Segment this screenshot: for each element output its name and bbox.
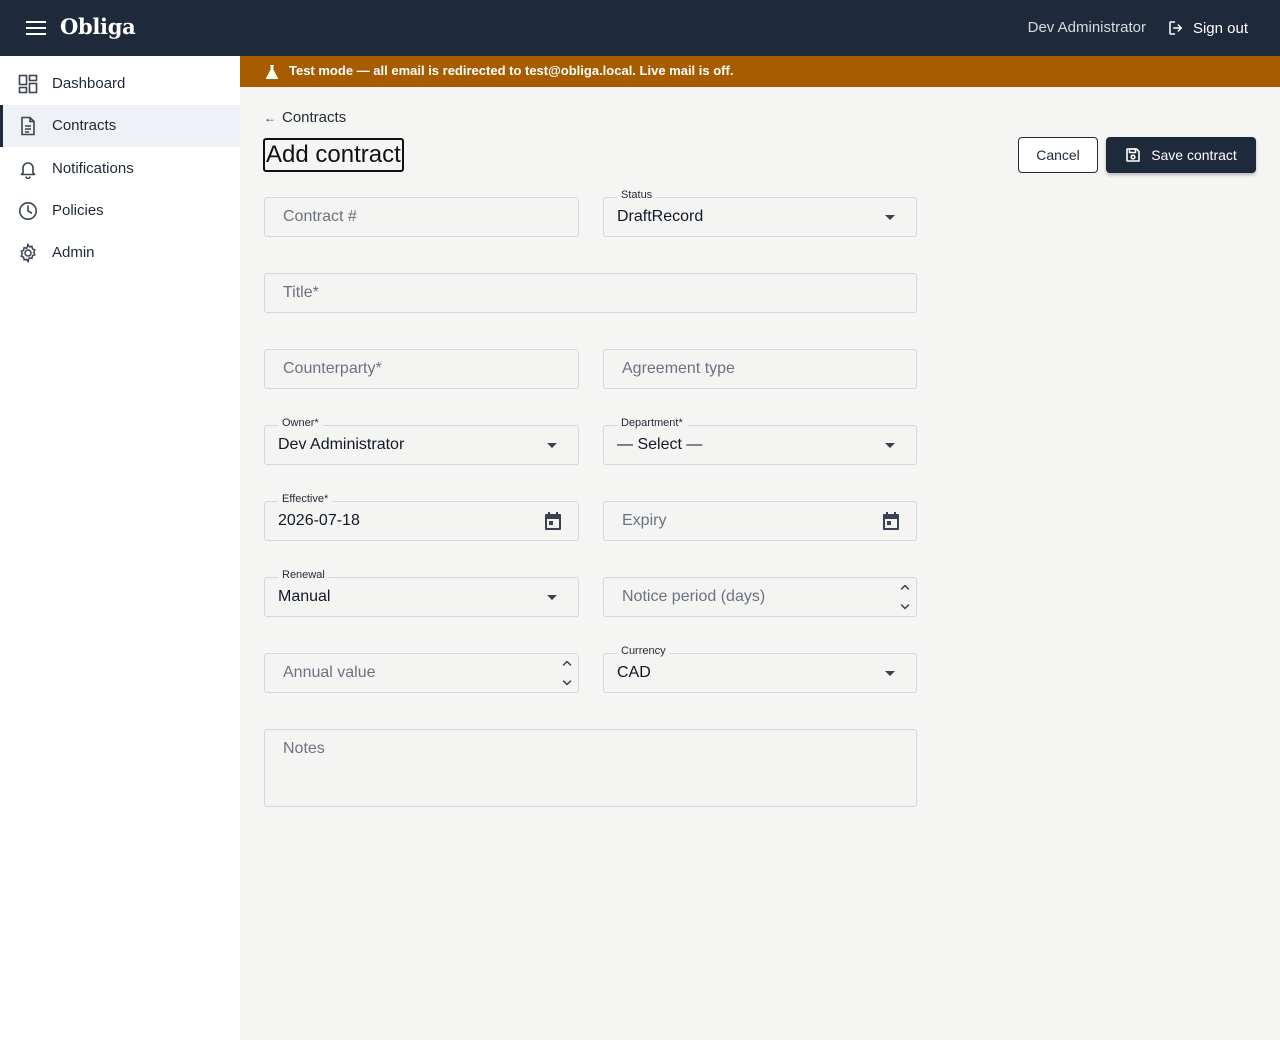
department-value: — Select — xyxy=(617,436,703,453)
sidebar-item-notifications[interactable]: Notifications xyxy=(0,148,240,190)
renewal-select[interactable]: Renewal Manual xyxy=(264,569,579,617)
flask-icon xyxy=(266,65,278,79)
current-user-name: Dev Administrator xyxy=(1027,19,1146,36)
sidebar-item-label: Contracts xyxy=(52,117,117,134)
notice-period-placeholder: Notice period (days) xyxy=(622,588,766,605)
owner-label: Owner* xyxy=(278,417,323,429)
department-label: Department* xyxy=(617,417,687,429)
contract-number-input[interactable]: Contract # xyxy=(264,197,579,237)
sidebar-item-label: Dashboard xyxy=(52,75,126,92)
sign-out-label: Sign out xyxy=(1192,19,1248,37)
sidebar-item-label: Notifications xyxy=(52,160,134,177)
page-title: Add contract xyxy=(263,138,404,172)
sidebar-item-label: Policies xyxy=(52,202,104,219)
currency-select[interactable]: Currency CAD xyxy=(603,645,917,693)
effective-value: 2026-07-18 xyxy=(278,512,360,529)
notes-placeholder: Notes xyxy=(283,740,325,757)
calendar-icon[interactable] xyxy=(543,511,563,531)
back-link-label: Contracts xyxy=(282,109,347,126)
status-label: Status xyxy=(617,189,657,201)
cancel-button[interactable]: Cancel xyxy=(1018,137,1098,173)
banner-text: Test mode — all email is redirected to t… xyxy=(289,63,734,78)
owner-select[interactable]: Owner* Dev Administrator xyxy=(264,417,579,465)
document-icon xyxy=(21,116,35,136)
dashboard-icon xyxy=(18,74,38,94)
hamburger-menu-icon[interactable] xyxy=(26,20,46,36)
sidebar: Dashboard Contracts Notifications Polici… xyxy=(0,56,240,1040)
expiry-date-input[interactable]: Expiry xyxy=(603,501,917,541)
bell-icon xyxy=(20,162,36,179)
department-select[interactable]: Department* — Select — xyxy=(603,417,917,465)
sidebar-item-dashboard[interactable]: Dashboard xyxy=(0,63,240,105)
agreement-type-placeholder: Agreement type xyxy=(622,360,735,377)
effective-date-input[interactable]: Effective* 2026-07-18 xyxy=(264,493,579,541)
save-icon xyxy=(1126,148,1140,162)
dropdown-caret-icon xyxy=(885,443,895,448)
sidebar-item-contracts[interactable]: Contracts xyxy=(0,105,240,147)
dropdown-caret-icon xyxy=(885,215,895,220)
logout-icon xyxy=(1169,21,1182,35)
back-to-contracts-link[interactable]: ← Contracts xyxy=(264,109,346,126)
annual-value-input[interactable]: Annual value xyxy=(264,653,579,693)
save-contract-label: Save contract xyxy=(1151,147,1237,163)
currency-value: CAD xyxy=(617,664,651,681)
save-contract-button[interactable]: Save contract xyxy=(1106,137,1256,173)
sidebar-item-label: Admin xyxy=(52,244,95,261)
calendar-icon[interactable] xyxy=(881,511,901,531)
dropdown-caret-icon xyxy=(885,671,895,676)
renewal-label: Renewal xyxy=(278,569,329,581)
back-arrow-icon: ← xyxy=(264,111,276,125)
expiry-placeholder: Expiry xyxy=(622,512,667,529)
sign-out-button[interactable]: Sign out xyxy=(1167,16,1248,40)
counterparty-placeholder: Counterparty* xyxy=(283,360,382,377)
clock-icon xyxy=(19,202,37,220)
title-input[interactable]: Title* xyxy=(264,273,917,313)
status-select[interactable]: Status DraftRecord xyxy=(603,189,917,237)
renewal-value: Manual xyxy=(278,588,331,605)
notice-period-input[interactable]: Notice period (days) xyxy=(603,577,917,617)
number-spinner-icon[interactable] xyxy=(561,657,573,689)
counterparty-input[interactable]: Counterparty* xyxy=(264,349,579,389)
agreement-type-input[interactable]: Agreement type xyxy=(603,349,917,389)
currency-label: Currency xyxy=(617,645,670,657)
notes-textarea[interactable]: Notes xyxy=(264,729,917,807)
contract-number-placeholder: Contract # xyxy=(283,208,357,225)
title-placeholder: Title* xyxy=(283,284,319,301)
owner-value: Dev Administrator xyxy=(278,436,405,453)
app-logo[interactable]: Obliga xyxy=(60,14,136,39)
dropdown-caret-icon xyxy=(547,443,557,448)
number-spinner-icon[interactable] xyxy=(899,581,911,613)
dropdown-caret-icon xyxy=(547,595,557,600)
top-bar: Obliga Dev Administrator Sign out xyxy=(0,0,1280,56)
sidebar-item-admin[interactable]: Admin xyxy=(0,232,240,274)
sidebar-item-policies[interactable]: Policies xyxy=(0,190,240,232)
annual-value-placeholder: Annual value xyxy=(283,664,376,681)
effective-label: Effective* xyxy=(278,493,333,505)
status-value: DraftRecord xyxy=(617,208,704,225)
test-mode-banner: Test mode — all email is redirected to t… xyxy=(240,56,1280,87)
gear-icon xyxy=(20,243,36,263)
